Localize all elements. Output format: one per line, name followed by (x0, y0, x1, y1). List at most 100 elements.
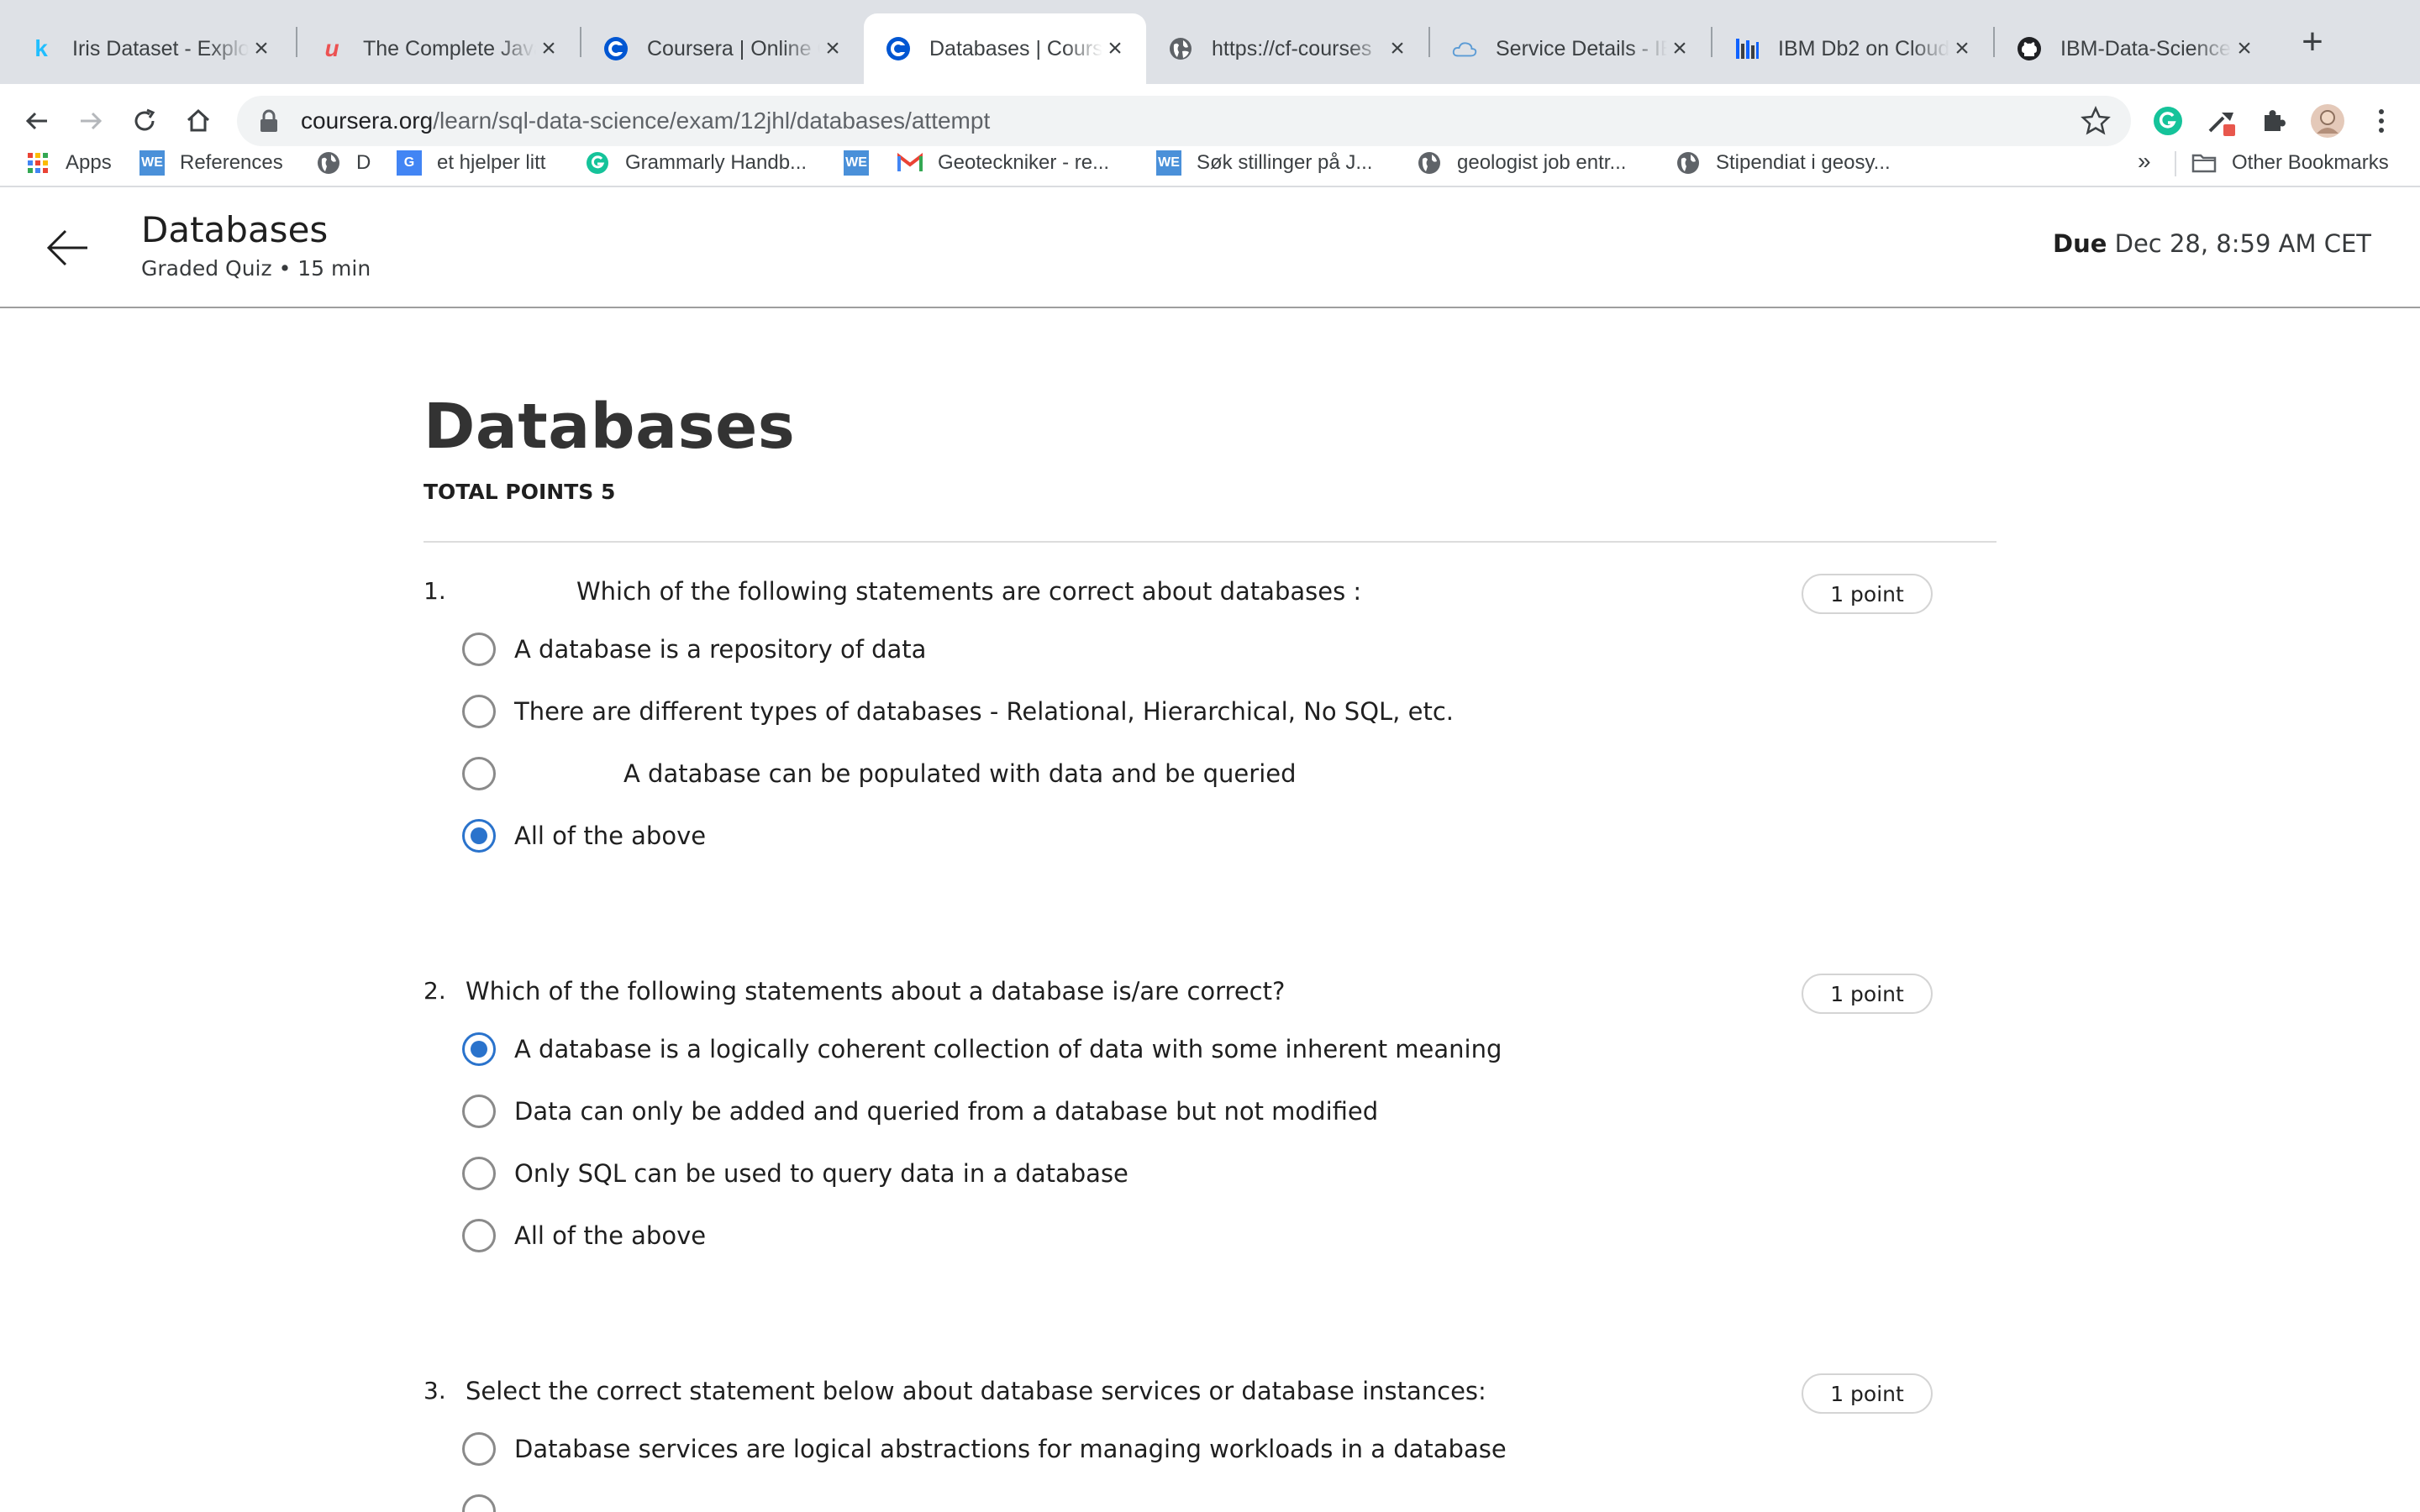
lock-icon (260, 109, 277, 132)
question-number: 2. (424, 977, 446, 1005)
option-label: A database is a logically coherent colle… (514, 1035, 1502, 1063)
back-arrow-icon[interactable] (44, 224, 91, 271)
bookmark-sok-stillinger[interactable]: WE Søk stillinger på J... (1156, 139, 1372, 186)
answer-option[interactable]: There are different types of databases -… (462, 691, 1454, 732)
radio-button[interactable] (462, 1494, 496, 1512)
tab-databases-active[interactable]: Databases | Cours × (864, 13, 1146, 84)
url-path: /learn/sql-data-science/exam/12jhl/datab… (433, 108, 991, 134)
close-icon[interactable]: × (249, 34, 274, 62)
reload-icon (134, 108, 155, 131)
option-label: Only SQL can be used to query data in a … (514, 1159, 1128, 1188)
tab-title: https://cf-courses (1212, 36, 1372, 60)
eyedropper-extension[interactable] (2200, 99, 2244, 143)
option-label: A database is a repository of data (514, 635, 927, 664)
close-icon[interactable]: × (1667, 34, 1692, 62)
address-bar[interactable]: coursera.org/learn/sql-data-science/exam… (237, 96, 2131, 146)
browser-toolbar: coursera.org/learn/sql-data-science/exam… (0, 84, 2420, 202)
tab-cf-courses[interactable]: https://cf-courses × (1146, 13, 1428, 84)
bookmark-we[interactable]: WE (844, 139, 884, 186)
answer-option[interactable]: All of the above (462, 1215, 706, 1256)
coursera-icon (886, 36, 911, 61)
tab-service-details[interactable]: Service Details - IB × (1430, 13, 1711, 84)
option-label: All of the above (514, 822, 707, 850)
radio-button[interactable] (462, 1157, 496, 1190)
radio-button[interactable] (462, 1095, 496, 1128)
close-icon[interactable]: × (1385, 34, 1410, 62)
close-icon[interactable]: × (2232, 34, 2257, 62)
tab-strip: k Iris Dataset - Explo × u The Complete … (0, 0, 2420, 84)
more-bookmarks-button[interactable]: » (2138, 148, 2151, 175)
answer-option[interactable]: A database is a repository of data (462, 629, 926, 669)
ibm-db2-icon (1734, 36, 1760, 61)
radio-button[interactable] (462, 1219, 496, 1252)
tab-title: Databases | Cours (929, 36, 1102, 60)
puzzle-icon (2265, 110, 2286, 131)
reload-button[interactable] (123, 99, 166, 143)
radio-button-checked[interactable] (462, 819, 496, 853)
url-host: coursera.org (301, 108, 434, 134)
more-vertical-icon (2379, 109, 2384, 133)
profile-avatar[interactable] (2306, 99, 2349, 143)
radio-button[interactable] (462, 757, 496, 790)
bookmark-d[interactable]: D (316, 139, 371, 186)
tab-title: IBM-Data-Science (2060, 36, 2231, 60)
grammarly-icon (585, 150, 610, 176)
home-icon (187, 108, 210, 132)
question-number: 3. (424, 1377, 446, 1404)
answer-option[interactable]: Only SQL can be used to query data in a … (462, 1153, 1128, 1194)
due-label: Due (2053, 229, 2107, 258)
apps-grid-icon (25, 150, 50, 176)
answer-option-selected[interactable]: All of the above (462, 816, 706, 856)
tab-iris-dataset[interactable]: k Iris Dataset - Explo × (7, 13, 292, 84)
bookmark-et-hjelper-litt[interactable]: G et hjelper litt (397, 139, 545, 186)
close-icon[interactable]: × (1949, 34, 1975, 62)
bookmark-star-icon[interactable] (2081, 106, 2111, 136)
forward-button[interactable] (69, 99, 113, 143)
tab-ibm-db2[interactable]: IBM Db2 on Cloud × (1712, 13, 1993, 84)
answer-option-selected[interactable]: A database is a logically coherent colle… (462, 1029, 1502, 1069)
back-button[interactable] (15, 99, 59, 143)
new-tab-button[interactable]: + (2294, 24, 2331, 60)
home-button[interactable] (176, 99, 220, 143)
radio-button[interactable] (462, 1432, 496, 1466)
bookmark-geologist-job[interactable]: geologist job entr... (1417, 139, 1626, 186)
bookmark-apps[interactable]: Apps (25, 139, 112, 186)
arrow-right-icon (81, 112, 103, 130)
close-icon[interactable]: × (820, 34, 845, 62)
bookmark-label: D (356, 151, 371, 174)
folder-icon (2191, 150, 2217, 176)
answer-option[interactable]: Data can only be added and queried from … (462, 1091, 1378, 1131)
radio-dot (471, 827, 487, 844)
bookmark-label: geologist job entr... (1457, 151, 1627, 174)
we-icon: WE (139, 150, 165, 176)
grammarly-extension[interactable] (2146, 99, 2190, 143)
answer-option[interactable]: Database services are logical abstractio… (462, 1429, 1507, 1469)
radio-button[interactable] (462, 695, 496, 728)
close-icon[interactable]: × (1102, 34, 1128, 62)
bookmark-stipendiat[interactable]: Stipendiat i geosy... (1676, 139, 1891, 186)
answer-option-partial[interactable] (462, 1491, 496, 1512)
tab-java-course[interactable]: u The Complete Java × (297, 13, 580, 84)
bookmarks-divider (2175, 151, 2176, 176)
radio-button[interactable] (462, 633, 496, 666)
grammarly-icon (2154, 107, 2182, 135)
eyedropper-icon (2208, 113, 2235, 136)
extensions-button[interactable] (2252, 99, 2296, 143)
cloud-icon (1452, 36, 1477, 61)
tab-github-ibm[interactable]: IBM-Data-Science × (1995, 13, 2275, 84)
page-title: Databases (424, 391, 796, 463)
answer-option[interactable]: A database can be populated with data an… (462, 753, 1297, 794)
bookmark-geoteckniker[interactable]: Geoteckniker - re... (897, 139, 1109, 186)
bookmark-label: Other Bookmarks (2232, 151, 2389, 174)
globe-icon (316, 150, 341, 176)
bookmark-grammarly[interactable]: Grammarly Handb... (585, 139, 807, 186)
radio-button-checked[interactable] (462, 1032, 496, 1066)
question-number: 1. (424, 577, 446, 605)
other-bookmarks-folder[interactable]: Other Bookmarks (2191, 139, 2389, 186)
tab-title: Iris Dataset - Explo (72, 36, 249, 60)
bookmark-references[interactable]: WE References (139, 139, 283, 186)
bookmark-label: Geoteckniker - re... (938, 151, 1110, 174)
browser-menu-button[interactable] (2360, 99, 2403, 143)
tab-coursera-home[interactable]: Coursera | Online C × (581, 13, 864, 84)
close-icon[interactable]: × (536, 34, 561, 62)
